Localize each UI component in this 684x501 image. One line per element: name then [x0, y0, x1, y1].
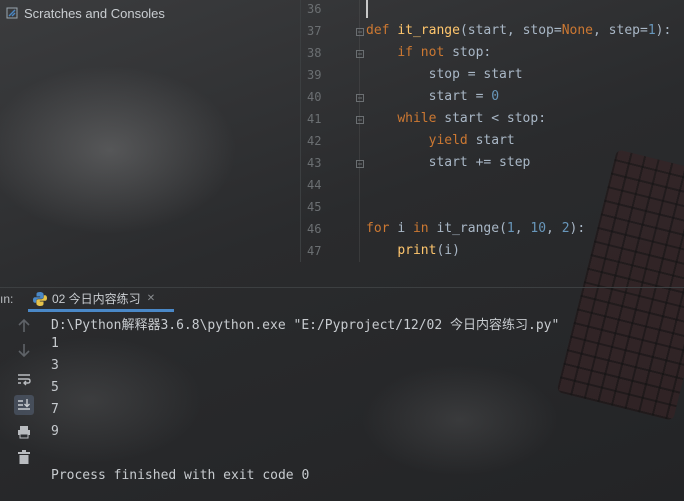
run-window-label: ın:: [0, 292, 14, 306]
code-token: (i): [436, 243, 460, 258]
code-token: while: [397, 111, 445, 126]
print-icon: [18, 426, 30, 439]
line-number: 46: [307, 222, 322, 236]
code-token: in: [412, 221, 437, 236]
line-number: 40: [307, 90, 322, 104]
code-line[interactable]: yield start: [366, 133, 515, 148]
soft-wrap-icon: [18, 374, 31, 386]
code-token: start += step: [366, 155, 531, 170]
arrow-up-icon: [18, 319, 30, 332]
soft-wrap-button[interactable]: [14, 369, 34, 389]
code-token: step: [608, 23, 640, 38]
code-token: ):: [569, 221, 586, 236]
line-number: 43: [307, 156, 322, 170]
gutter-separator: [359, 0, 360, 262]
code-token: i: [397, 221, 413, 236]
line-number: 37: [307, 24, 322, 38]
code-token: ,: [593, 23, 609, 38]
code-line[interactable]: start = 0: [366, 89, 499, 104]
code-token: None: [561, 23, 594, 38]
line-number: 42: [307, 134, 322, 148]
console-command-line: D:\Python解释器3.6.8\python.exe "E:/Pyproje…: [51, 318, 560, 333]
scratches-label: Scratches and Consoles: [24, 5, 165, 21]
code-token: start < stop:: [444, 111, 547, 126]
code-line[interactable]: start += step: [366, 155, 531, 170]
code-token: ,: [546, 221, 562, 236]
rerun-up-button[interactable]: [14, 316, 34, 336]
run-toolbar: [10, 316, 38, 476]
console-output-line: Process finished with exit code 0: [51, 468, 310, 483]
python-icon: [33, 291, 47, 306]
code-token: yield: [428, 133, 476, 148]
fold-marker-icon[interactable]: [356, 94, 364, 102]
scroll-to-end-button[interactable]: [14, 395, 34, 415]
code-token: ,: [514, 221, 531, 236]
code-token: ):: [655, 23, 672, 38]
fold-marker-icon[interactable]: [356, 160, 364, 168]
line-number: 47: [307, 244, 322, 258]
code-token: it_range: [397, 23, 460, 38]
code-token: start =: [366, 89, 492, 104]
print-button[interactable]: [14, 422, 34, 442]
project-panel: Scratches and Consoles: [0, 0, 300, 283]
code-token: def: [366, 23, 398, 38]
line-number: 38: [307, 46, 322, 60]
code-token: =: [553, 23, 562, 38]
fold-marker-icon[interactable]: [356, 116, 364, 124]
code-token: print: [397, 243, 437, 258]
fold-marker-icon[interactable]: [356, 50, 364, 58]
run-tab-label: 02 今日内容练习: [52, 292, 141, 306]
code-token: it_range(: [436, 221, 507, 236]
scratches-icon: [6, 7, 18, 19]
line-number: 41: [307, 112, 322, 126]
close-tab-icon[interactable]: ✕: [147, 293, 155, 304]
code-line[interactable]: for i in it_range(1, 10, 2):: [366, 221, 585, 236]
code-line[interactable]: def it_range(start, stop=None, step=1):: [366, 23, 671, 38]
console-output-line: 5: [51, 380, 59, 395]
line-number: 36: [307, 2, 322, 16]
code-token: if not: [397, 45, 453, 60]
code-line[interactable]: stop = start: [366, 67, 523, 82]
text-caret: [366, 0, 368, 18]
trash-icon: [18, 450, 30, 464]
code-line[interactable]: if not stop:: [366, 45, 491, 60]
line-number: 44: [307, 178, 322, 192]
run-tool-header: ın: 02 今日内容练习 ✕: [0, 287, 684, 312]
code-token: =: [639, 23, 648, 38]
fold-marker-icon[interactable]: [356, 28, 364, 36]
arrow-down-icon: [18, 344, 30, 357]
line-number: 45: [307, 200, 322, 214]
console-output-line: 1: [51, 336, 59, 351]
scroll-to-end-icon: [18, 399, 30, 410]
code-token: stop: [522, 23, 554, 38]
code-token: stop:: [452, 45, 492, 60]
code-token: 1: [647, 23, 656, 38]
console-output-line: 3: [51, 358, 59, 373]
code-token: 0: [491, 89, 500, 104]
next-down-button[interactable]: [14, 340, 34, 360]
code-editor[interactable]: 36 37 38 39 40 41 42 43 44 45 46 47 def it_range(st…: [300, 0, 684, 262]
code-line[interactable]: print(i): [366, 243, 460, 258]
code-token: 10: [530, 221, 547, 236]
run-tab[interactable]: 02 今日内容练习 ✕: [28, 288, 174, 312]
line-number-gutter: 36 37 38 39 40 41 42 43 44 45 46 47: [301, 0, 353, 262]
code-token: 2: [561, 221, 570, 236]
scratches-and-consoles-item[interactable]: Scratches and Consoles: [6, 4, 165, 22]
code-token: (start,: [459, 23, 523, 38]
code-token: start: [475, 133, 515, 148]
code-token: for: [366, 221, 398, 236]
console-output-line: 9: [51, 424, 59, 439]
code-line[interactable]: while start < stop:: [366, 111, 546, 126]
clear-all-button[interactable]: [14, 447, 34, 467]
console-output-line: 7: [51, 402, 59, 417]
line-number: 39: [307, 68, 322, 82]
code-token: 1: [506, 221, 515, 236]
code-token: stop = start: [366, 67, 523, 82]
